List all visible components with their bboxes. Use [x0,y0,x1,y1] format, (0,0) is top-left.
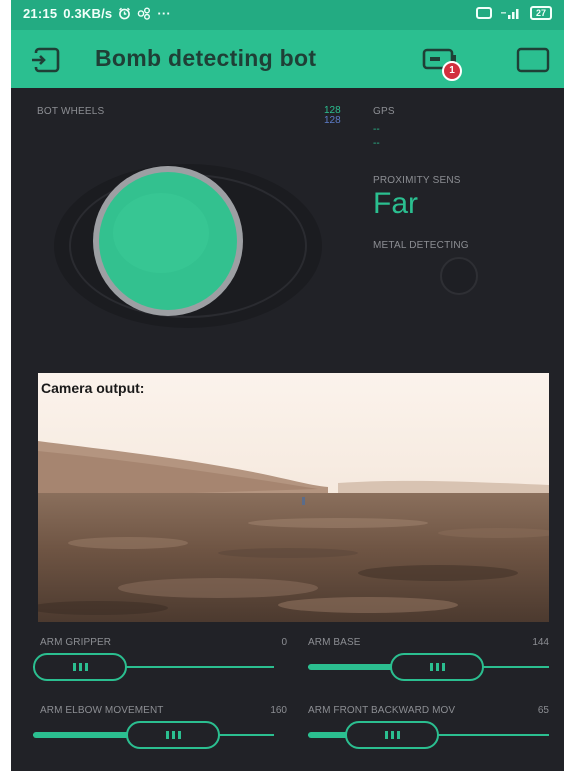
exit-icon[interactable] [30,47,60,73]
slider-label-arm-base: ARM BASE [308,637,361,648]
slider-arm-gripper[interactable] [33,652,274,682]
status-time: 21:15 [23,6,58,21]
proximity-label: PROXIMITY SENS [373,175,461,186]
status-bar: 21:15 0.3KB/s ··· 27 [11,0,564,30]
slider-label-arm-front-backward: ARM FRONT BACKWARD MOV [308,705,456,716]
gps-line-1: -- [373,124,380,135]
joystick-label: BOT WHEELS [37,106,105,117]
phone-screen: 21:15 0.3KB/s ··· 27 Bomb detecting bot … [11,0,564,771]
proximity-value: Far [373,187,418,220]
slider-arm-front-backward[interactable] [308,720,549,750]
gps-line-2: -- [373,138,380,149]
status-right: 27 [475,6,552,20]
slider-value-arm-base: 144 [532,637,549,648]
joystick[interactable] [53,160,323,330]
slider-value-arm-gripper: 0 [281,637,287,648]
slider-arm-base[interactable] [308,652,549,682]
device-button[interactable]: 1 [422,46,462,82]
camera-view: Camera output: [38,373,549,622]
metal-detecting-led [440,257,478,295]
battery-icon: 27 [529,6,552,20]
status-left: 21:15 0.3KB/s ··· [23,6,171,21]
slider-arm-elbow-movement[interactable] [33,720,274,750]
slider-label-arm-gripper: ARM GRIPPER [40,637,112,648]
slider-thumb[interactable] [126,721,220,749]
slider-value-arm-front-backward: 65 [537,705,549,716]
app-header: Bomb detecting bot 1 [11,30,564,88]
camera-image [38,373,549,622]
status-speed: 0.3KB/s [63,6,113,21]
signal-icon [500,9,519,19]
gps-label: GPS [373,106,395,117]
slider-thumb[interactable] [345,721,439,749]
slider-thumb[interactable] [390,653,484,681]
more-status-indicator: ··· [157,6,171,21]
settings-square-icon[interactable] [516,47,550,73]
share-icon [138,7,151,20]
slider-label-arm-elbow-movement: ARM ELBOW MOVEMENT [40,705,164,716]
alarm-icon [119,7,131,20]
app-title: Bomb detecting bot [95,45,317,71]
notification-badge: 1 [442,61,462,81]
joystick-y-value: 128 [324,115,341,126]
metal-detecting-label: METAL DETECTING [373,240,469,251]
camera-label: Camera output: [41,380,145,396]
hotspot-icon [475,7,492,19]
slider-thumb[interactable] [33,653,127,681]
slider-value-arm-elbow-movement: 160 [270,705,287,716]
